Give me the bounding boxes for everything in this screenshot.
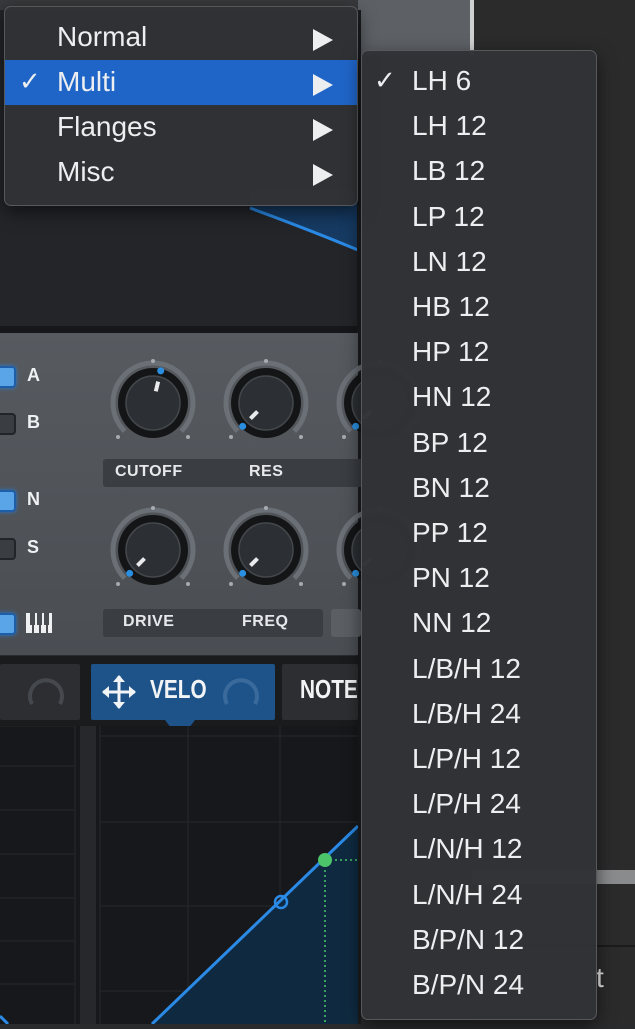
submenu-item[interactable]: L/P/H 12 [362,737,596,782]
submenu-item-label: LB 12 [412,155,486,187]
freq-label: FREQ [242,613,289,630]
toggle-n[interactable] [0,490,16,512]
submenu-item-label: NN 12 [412,607,492,639]
submenu-item-label: PP 12 [412,517,488,548]
submenu-item[interactable]: L/B/H 24 [362,692,596,737]
toggle-keytrack[interactable] [0,613,16,635]
submenu-item-label: B/P/N 12 [412,923,525,955]
submenu-arrow-icon [313,119,333,141]
submenu-item-label: LH 12 [412,110,487,142]
submenu-item-label: HB 12 [412,291,490,322]
submenu-item-label: L/B/H 24 [412,697,521,729]
grid-lines [0,725,76,1026]
submenu-item[interactable]: HP 12 [362,330,596,375]
background-text-fragment: t [596,962,604,993]
toggle-s[interactable] [0,538,16,560]
submenu-item[interactable]: L/N/H 12 [362,827,596,872]
submenu-arrow-icon [313,164,333,186]
checkmark-icon: ✓ [19,66,41,96]
knob-pointer [153,381,161,392]
submenu-item-label: L/N/H 12 [412,833,523,865]
submenu-item[interactable]: LN 12 [362,240,596,285]
toggle-n-label: N [27,489,40,509]
submenu-item[interactable]: LP 12 [362,195,596,240]
header-panel [358,0,472,55]
mod-graph-prev [0,725,80,1026]
submenu-item[interactable]: LH 12 [362,104,596,149]
filter-type-menu: Normal ✓ Multi Flanges Misc [4,6,358,206]
mod-amount-ring-icon [223,678,259,705]
submenu-item[interactable]: L/N/H 24 [362,873,596,918]
menu-item-normal[interactable]: Normal [5,15,357,60]
submenu-item[interactable]: NN 12 [362,601,596,646]
submenu-item-label: LH 6 [412,65,472,96]
velocity-graph[interactable] [96,726,360,1026]
keyboard-icon [26,613,52,633]
submenu-item[interactable]: BP 12 [362,421,596,466]
multi-filter-submenu: ✓ LH 6 LH 12 LB 12 LP 12 LN 12 HB 12 HP 12 HN 12… [361,50,597,1020]
submenu-arrow-icon [313,29,333,51]
submenu-item-label: LP 12 [412,200,485,232]
menu-item-label: Multi [57,66,117,97]
submenu-item[interactable]: BN 12 [362,466,596,511]
drive-label: DRIVE [123,613,175,630]
knob-label-button[interactable] [331,609,361,637]
submenu-item[interactable]: B/P/N 24 [362,963,596,1008]
move-icon [102,675,136,709]
submenu-item-label: HP 12 [412,336,490,368]
submenu-item[interactable]: L/B/H 12 [362,647,596,692]
submenu-item[interactable]: HB 12 [362,285,596,330]
submenu-item-label: PN 12 [412,562,490,594]
menu-item-label: Flanges [57,111,157,142]
menu-item-flanges[interactable]: Flanges [5,105,357,150]
graph-separator [80,726,96,1024]
drive-knob[interactable] [108,505,198,595]
cutoff-label: CUTOFF [115,463,183,480]
menu-item-multi[interactable]: ✓ Multi [5,60,357,105]
mod-tab-prev[interactable] [0,664,80,720]
res-knob[interactable] [221,358,311,448]
toggle-s-label: S [27,537,40,557]
submenu-item[interactable]: LB 12 [362,149,596,194]
submenu-item[interactable]: L/P/H 24 [362,782,596,827]
submenu-item-label: L/N/H 24 [412,878,523,910]
submenu-item-label: L/B/H 12 [412,652,521,684]
res-label: RES [249,463,284,480]
menu-item-misc[interactable]: Misc [5,150,357,195]
toggle-a-label: A [27,365,40,385]
checkmark-icon: ✓ [374,65,396,95]
submenu-item-label: LN 12 [412,245,487,277]
submenu-item-label: BN 12 [412,471,490,503]
mod-tab-note-label: NOTE [300,674,358,704]
submenu-item-label: HN 12 [412,381,492,413]
freq-knob[interactable] [221,505,311,595]
submenu-item[interactable]: ✓ LH 6 [362,59,596,104]
toggle-a[interactable] [0,366,16,388]
cutoff-knob[interactable] [108,358,198,448]
toggle-b-label: B [27,412,40,432]
menu-item-label: Normal [57,21,148,52]
mod-tab-velo-label: VELO [150,674,207,704]
submenu-item[interactable]: PN 12 [362,556,596,601]
toggle-b[interactable] [0,413,16,435]
submenu-item[interactable]: HN 12 [362,375,596,420]
submenu-item-label: L/P/H 12 [412,743,521,774]
velocity-curve [99,726,360,1026]
velocity-point[interactable] [318,853,332,867]
section-separator [0,326,358,333]
submenu-item-label: L/P/H 24 [412,788,521,820]
mod-amount-ring-icon [28,678,64,705]
submenu-item[interactable]: B/P/N 12 [362,918,596,963]
menu-item-label: Misc [57,156,115,187]
panel-divider [470,0,474,55]
submenu-item-label: B/P/N 24 [412,969,525,1000]
submenu-item-label: BP 12 [412,426,488,458]
filter-panel: A B N S CUTOFF RES DRIVE FREQ [0,333,422,655]
submenu-item[interactable]: PP 12 [362,511,596,556]
submenu-arrow-icon [313,74,333,96]
